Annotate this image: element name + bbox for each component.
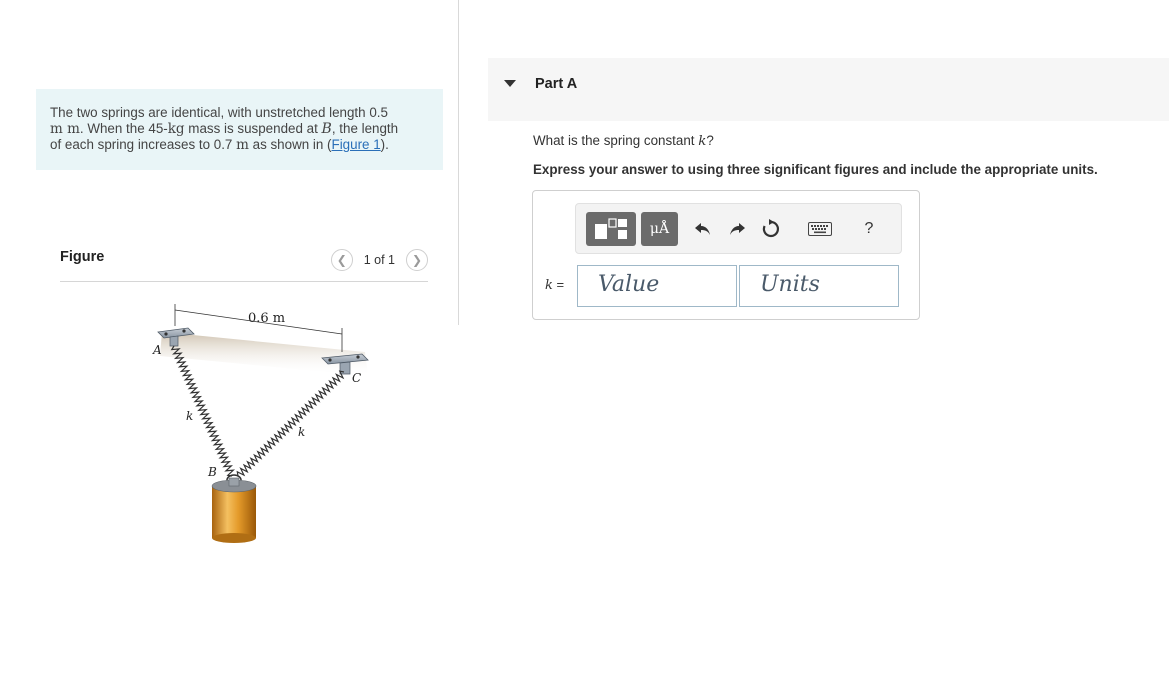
mass-cylinder: [211, 477, 257, 543]
label-B: B: [207, 465, 217, 479]
problem-line-2: m m. When the 45-kg mass is suspended at…: [50, 121, 399, 137]
previous-figure-button[interactable]: ❮: [330, 249, 353, 271]
help-icon: ?: [864, 220, 874, 237]
panel-divider: [458, 0, 459, 325]
help-button[interactable]: ?: [854, 212, 884, 246]
spring-mass-figure: 0.6 m A C k k B: [152, 304, 369, 543]
figure-title: Figure: [60, 249, 105, 265]
units-placeholder: Units: [760, 272, 820, 297]
next-figure-button[interactable]: ❯: [406, 249, 428, 271]
part-title: Part A: [535, 76, 578, 92]
units-input[interactable]: Units: [739, 265, 899, 307]
units-button[interactable]: μÅ: [641, 212, 678, 246]
left-spring: [170, 345, 236, 477]
dimension-label: 0.6 m: [248, 311, 285, 326]
caret-down-icon[interactable]: [504, 80, 516, 87]
figure-pager: ❮ 1 of 1 ❯: [330, 249, 428, 271]
unit-m: m: [236, 137, 249, 153]
point-B: B: [321, 121, 332, 137]
reset-icon: [762, 219, 780, 238]
figure-link[interactable]: Figure 1: [332, 137, 381, 152]
keyboard-button[interactable]: [802, 212, 838, 246]
ceiling-shadow: [160, 332, 368, 376]
keyboard-icon: [808, 222, 832, 236]
label-k-right: k: [298, 425, 305, 439]
problem-line-3: of each spring increases to 0.7 m as sho…: [50, 137, 389, 153]
problem-line-1: The two springs are identical, with unst…: [50, 105, 388, 120]
undo-button[interactable]: [688, 212, 718, 246]
label-k-left: k: [186, 409, 193, 423]
answer-toolbar: μÅ ?: [575, 203, 902, 254]
answer-box: μÅ ? k = Value Units: [532, 190, 920, 320]
right-spring: [236, 370, 345, 477]
part-a-header[interactable]: Part A: [488, 58, 1169, 121]
answer-variable-label: k =: [545, 277, 565, 293]
redo-button[interactable]: [722, 212, 752, 246]
templates-button[interactable]: [586, 212, 636, 246]
units-icon: μÅ: [649, 221, 670, 237]
chevron-left-icon: ❮: [336, 253, 347, 267]
unit-kg: kg: [167, 121, 185, 137]
templates-icon: [595, 218, 627, 239]
figure-header: Figure ❮ 1 of 1 ❯: [60, 246, 428, 282]
unit-mm: m m: [50, 121, 80, 137]
value-input[interactable]: Value: [577, 265, 737, 307]
label-A: A: [152, 343, 162, 357]
redo-icon: [730, 223, 745, 235]
undo-icon: [695, 223, 710, 235]
label-C: C: [352, 371, 361, 385]
reset-button[interactable]: [756, 212, 786, 246]
pager-count: 1 of 1: [363, 253, 395, 267]
instruction-text: Express your answer to using three signi…: [533, 162, 1098, 177]
question-text: What is the spring constant k?: [533, 133, 714, 149]
chevron-right-icon: ❯: [411, 253, 423, 267]
problem-statement: The two springs are identical, with unst…: [36, 89, 443, 170]
value-placeholder: Value: [598, 272, 660, 297]
